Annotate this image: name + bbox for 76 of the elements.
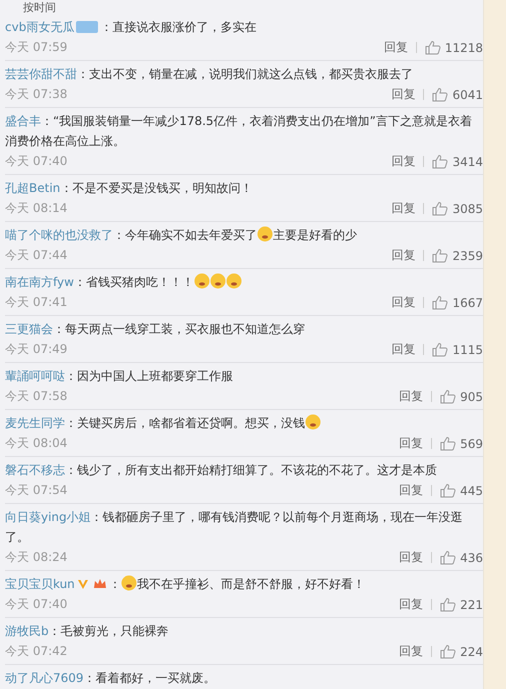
like-button[interactable]: 1667 bbox=[432, 295, 483, 310]
comment-text: 游牧民b：毛被剪光，只能裸奔 bbox=[5, 624, 169, 638]
comment-text: 麦先生同学：关键买房后，啥都省着还贷啊。想买，没钱 bbox=[5, 416, 321, 430]
emoji-icon bbox=[210, 273, 226, 289]
reply-link[interactable]: 回复 bbox=[399, 643, 424, 660]
emoji-icon bbox=[194, 273, 210, 289]
like-button[interactable]: 569 bbox=[440, 436, 483, 451]
reply-link[interactable]: 回复 bbox=[391, 86, 416, 103]
like-button[interactable]: 445 bbox=[440, 483, 483, 498]
like-button[interactable]: 221 bbox=[440, 597, 483, 612]
comment-text: 动了凡心7609：看着都好，一买就废。 bbox=[5, 671, 216, 685]
reply-link[interactable]: 回复 bbox=[391, 341, 416, 358]
reply-link[interactable]: 回复 bbox=[399, 435, 424, 452]
emoji-icon bbox=[226, 273, 242, 289]
emoji-icon bbox=[305, 414, 321, 430]
like-button[interactable]: 905 bbox=[440, 389, 483, 404]
thumbs-up-icon bbox=[432, 342, 448, 357]
reply-link[interactable]: 回复 bbox=[399, 596, 424, 613]
comment-time: 今天 07:40 bbox=[5, 596, 68, 613]
comment-time: 今天 08:14 bbox=[5, 200, 68, 217]
like-button[interactable]: 436 bbox=[440, 550, 483, 565]
like-button[interactable]: 3085 bbox=[432, 201, 483, 216]
comment-time: 今天 07:44 bbox=[5, 247, 68, 264]
reply-link[interactable]: 回复 bbox=[399, 388, 424, 405]
thumbs-up-icon bbox=[440, 644, 456, 659]
emoji-icon bbox=[120, 575, 137, 591]
comment-text: 宝贝宝贝kun ： 我不在乎撞衫、而是舒不舒服，好不好看！ bbox=[5, 577, 365, 591]
comment-text: 三更猫会：每天两点一线穿工装，买衣服也不知道怎么穿 bbox=[5, 322, 305, 336]
reply-link[interactable]: 回复 bbox=[391, 200, 416, 217]
thumbs-up-icon bbox=[432, 154, 448, 169]
level-badge-icon bbox=[76, 21, 98, 33]
comment-text: 盛合丰：“我国服装销量一年减少178.5亿件，衣着消费支出仍在增加”言下之意就是衣着消费价格在高位上涨。 bbox=[5, 114, 472, 148]
thumbs-up-icon bbox=[440, 597, 456, 612]
thumbs-up-icon bbox=[440, 550, 456, 565]
comment-text: 芸芸你甜不甜：支出不变，销量在减，说明我们就这么点钱，都买贵衣服去了 bbox=[5, 67, 413, 81]
comment-text: 孔超Betin：不是不爱买是没钱买，明知故问！ bbox=[5, 181, 252, 195]
reply-link[interactable]: 回复 bbox=[391, 153, 416, 170]
comment-text: 磐石不移志：钱少了，所有支出都开始精打细算了。不该花的不花了。这才是本质 bbox=[5, 463, 437, 477]
thumbs-up-icon bbox=[432, 87, 448, 102]
comment-text: 輩誦呵呵哒：因为中国人上班都要穿工作服 bbox=[5, 369, 233, 383]
comment-time: 今天 08:24 bbox=[5, 549, 68, 566]
reply-link[interactable]: 回复 bbox=[384, 39, 408, 56]
like-button[interactable]: 224 bbox=[440, 644, 483, 659]
comment-time: 今天 07:42 bbox=[5, 643, 68, 660]
like-button[interactable]: 3414 bbox=[432, 154, 483, 169]
thumbs-up-icon bbox=[432, 248, 448, 263]
comment-text: cvb雨女无瓜 ：直接说衣服涨价了，多实在 bbox=[5, 20, 256, 34]
like-button[interactable]: 1115 bbox=[432, 342, 483, 357]
comment-time: 今天 07:58 bbox=[5, 388, 68, 405]
emoji-icon bbox=[257, 226, 273, 242]
reply-link[interactable]: 回复 bbox=[391, 247, 416, 264]
like-button[interactable]: 11218 bbox=[424, 40, 483, 55]
sort-link[interactable]: 按时间 bbox=[23, 1, 56, 14]
reply-link[interactable]: 回复 bbox=[391, 294, 416, 311]
reply-link[interactable]: 回复 bbox=[399, 549, 424, 566]
comment-time: 今天 07:54 bbox=[5, 482, 68, 499]
verified-icon bbox=[76, 578, 89, 590]
thumbs-up-icon bbox=[424, 40, 441, 55]
comment-time: 今天 07:41 bbox=[5, 294, 68, 311]
thumbs-up-icon bbox=[432, 201, 448, 216]
comment-text: 南在南方fyw：省钱买猪肉吃！！！ bbox=[5, 275, 242, 289]
comment-text: 向日葵ying小姐：钱都砸房子里了，哪有钱消费呢？以前每个月逛商场，现在一年没逛了。 bbox=[5, 510, 463, 544]
comment-time: 今天 07:59 bbox=[5, 39, 68, 56]
reply-link[interactable]: 回复 bbox=[399, 482, 424, 499]
crown-icon bbox=[92, 578, 107, 590]
comment-time: 今天 07:49 bbox=[5, 341, 68, 358]
like-button[interactable]: 6041 bbox=[432, 87, 483, 102]
comment-time: 今天 07:40 bbox=[5, 153, 68, 170]
comment-text: 喵了个咪的也没救了：今年确实不如去年爱买了 主要是好看的少 bbox=[5, 228, 357, 242]
thumbs-up-icon bbox=[432, 295, 448, 310]
thumbs-up-icon bbox=[440, 436, 456, 451]
thumbs-up-icon bbox=[440, 483, 456, 498]
comment-time: 今天 08:04 bbox=[5, 435, 68, 452]
like-button[interactable]: 2359 bbox=[432, 248, 483, 263]
thumbs-up-icon bbox=[440, 389, 456, 404]
comment-time: 今天 07:38 bbox=[5, 86, 68, 103]
